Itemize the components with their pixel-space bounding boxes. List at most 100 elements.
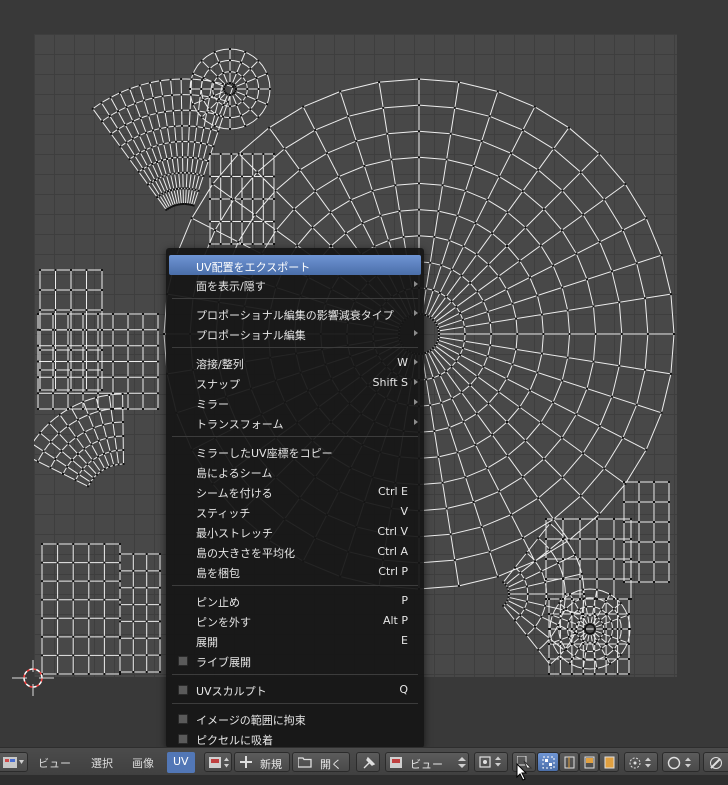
menu-separator xyxy=(172,298,418,299)
menu-item-average-islands-scale[interactable]: 島の大きさを平均化 Ctrl A xyxy=(166,541,424,561)
menu-item-shortcut: Ctrl E xyxy=(377,485,408,498)
vertex-select-mode[interactable] xyxy=(537,752,559,772)
plus-icon xyxy=(240,756,252,768)
menu-item-constrain-to-image[interactable]: イメージの範囲に拘束 xyxy=(166,708,424,728)
menu-item-mirror[interactable]: ミラー xyxy=(166,392,424,412)
menu-item-shortcut: Shift S xyxy=(372,376,408,389)
pin-icon xyxy=(363,756,376,769)
menu-item-stitch[interactable]: スティッチ V xyxy=(166,501,424,521)
image-browse-icon xyxy=(209,757,229,768)
submenu-arrow-icon xyxy=(414,281,418,287)
proportional-icon xyxy=(629,757,651,769)
menu-item-label: UVスカルプト xyxy=(196,685,267,698)
menu-item-label: ミラー xyxy=(196,398,229,411)
face-select-icon xyxy=(584,756,595,769)
edge-select-mode[interactable] xyxy=(559,752,579,772)
pin-image-button[interactable] xyxy=(356,752,380,772)
view-mode-dropdown[interactable]: ビュー xyxy=(385,752,469,772)
menu-item-seams-from-islands[interactable]: 島によるシーム xyxy=(166,461,424,481)
menu-item-label: 島を梱包 xyxy=(196,567,240,580)
2d-cursor-icon xyxy=(12,660,54,696)
menu-item-uv-sculpt[interactable]: UVスカルプト Q xyxy=(166,679,424,699)
menu-item-snap[interactable]: スナップ Shift S xyxy=(166,372,424,392)
submenu-arrow-icon xyxy=(414,399,418,405)
falloff-icon xyxy=(667,756,691,770)
menu-item-pin[interactable]: ピン止め P xyxy=(166,590,424,610)
submenu-arrow-icon xyxy=(414,310,418,316)
menu-item-shortcut: E xyxy=(401,634,408,647)
menu-uv[interactable]: UV xyxy=(167,752,195,773)
menu-item-label: ピン止め xyxy=(196,596,240,609)
menu-item-show-hide-faces[interactable]: 面を表示/隠す xyxy=(166,274,424,294)
menu-separator xyxy=(172,436,418,437)
image-browse-button[interactable] xyxy=(204,752,232,772)
menu-item-label: 溶接/整列 xyxy=(196,358,244,371)
editor-type-icon xyxy=(3,757,24,768)
open-image-button[interactable]: 開く xyxy=(292,752,350,772)
menu-item-unwrap[interactable]: 展開 E xyxy=(166,630,424,650)
checkbox-icon xyxy=(178,714,188,724)
submenu-arrow-icon xyxy=(414,359,418,365)
menu-item-transform[interactable]: トランスフォーム xyxy=(166,412,424,432)
falloff-dropdown[interactable] xyxy=(662,752,700,772)
menu-item-export-uv-layout[interactable]: UV配置をエクスポート xyxy=(169,255,421,275)
menu-separator xyxy=(172,674,418,675)
menu-item-label: プロポーショナル編集 xyxy=(196,329,306,342)
menu-item-label: 島によるシーム xyxy=(196,467,273,480)
menu-view[interactable]: ビュー xyxy=(38,755,71,771)
checkbox-icon xyxy=(178,656,188,666)
menu-item-snap-to-pixels[interactable]: ピクセルに吸着 xyxy=(166,728,424,748)
view-mode-label: ビュー xyxy=(410,758,443,771)
menu-item-shortcut: Ctrl V xyxy=(377,525,408,538)
menu-select[interactable]: 選択 xyxy=(91,755,113,771)
new-label: 新規 xyxy=(260,758,282,771)
menu-item-label: 面を表示/隠す xyxy=(196,280,266,293)
image-icon xyxy=(390,757,402,768)
menu-item-label: ピクセルに吸着 xyxy=(196,734,273,747)
snap-toggle[interactable] xyxy=(703,752,728,772)
open-label: 開く xyxy=(320,758,342,771)
checkbox-icon xyxy=(178,685,188,695)
pivot-icon xyxy=(479,756,501,768)
island-select-icon xyxy=(604,756,615,769)
menu-item-label: シームを付ける xyxy=(196,487,273,500)
editor-type-button[interactable] xyxy=(0,752,28,772)
menu-item-label: スナップ xyxy=(196,378,240,391)
menu-item-shortcut: Ctrl A xyxy=(377,545,408,558)
menu-item-label: ミラーしたUV座標をコピー xyxy=(196,447,333,460)
new-image-button[interactable]: 新規 xyxy=(234,752,290,772)
menu-item-proportional-falloff[interactable]: プロポーショナル編集の影響減衰タイプ xyxy=(166,303,424,323)
menu-item-label: UV配置をエクスポート xyxy=(196,261,311,274)
menu-item-pack-islands[interactable]: 島を梱包 Ctrl P xyxy=(166,561,424,581)
menu-separator xyxy=(172,347,418,348)
island-select-mode[interactable] xyxy=(599,752,619,772)
checkbox-icon xyxy=(178,734,188,744)
menu-item-unpin[interactable]: ピンを外す Alt P xyxy=(166,610,424,630)
menu-separator xyxy=(172,585,418,586)
menu-item-weld-align[interactable]: 溶接/整列 W xyxy=(166,352,424,372)
menu-item-minimize-stretch[interactable]: 最小ストレッチ Ctrl V xyxy=(166,521,424,541)
submenu-arrow-icon xyxy=(414,419,418,425)
menu-item-copy-mirrored-uv[interactable]: ミラーしたUV座標をコピー xyxy=(166,441,424,461)
folder-icon xyxy=(298,757,312,768)
proportional-editing-dropdown[interactable] xyxy=(624,752,658,772)
face-select-mode[interactable] xyxy=(579,752,599,772)
menu-item-label: ピンを外す xyxy=(196,616,251,629)
submenu-arrow-icon xyxy=(414,330,418,336)
menu-item-label: イメージの範囲に拘束 xyxy=(196,714,306,727)
bottom-strip xyxy=(0,763,728,785)
menu-separator xyxy=(172,703,418,704)
menu-item-shortcut: V xyxy=(400,505,408,518)
menu-image[interactable]: 画像 xyxy=(132,755,154,771)
cursor-icon xyxy=(516,763,528,781)
uv-editor-header: ビュー 選択 画像 UV 新規 開く ビュー xyxy=(0,747,728,776)
submenu-arrow-icon xyxy=(414,379,418,385)
menu-item-live-unwrap[interactable]: ライブ展開 xyxy=(166,650,424,670)
pivot-point-dropdown[interactable] xyxy=(474,752,508,772)
menu-item-mark-seam[interactable]: シームを付ける Ctrl E xyxy=(166,481,424,501)
menu-item-proportional-editing[interactable]: プロポーショナル編集 xyxy=(166,323,424,343)
menu-item-shortcut: P xyxy=(401,594,408,607)
menu-item-label: 最小ストレッチ xyxy=(196,527,273,540)
menu-item-shortcut: Q xyxy=(399,683,408,696)
menu-item-label: 島の大きさを平均化 xyxy=(196,547,295,560)
